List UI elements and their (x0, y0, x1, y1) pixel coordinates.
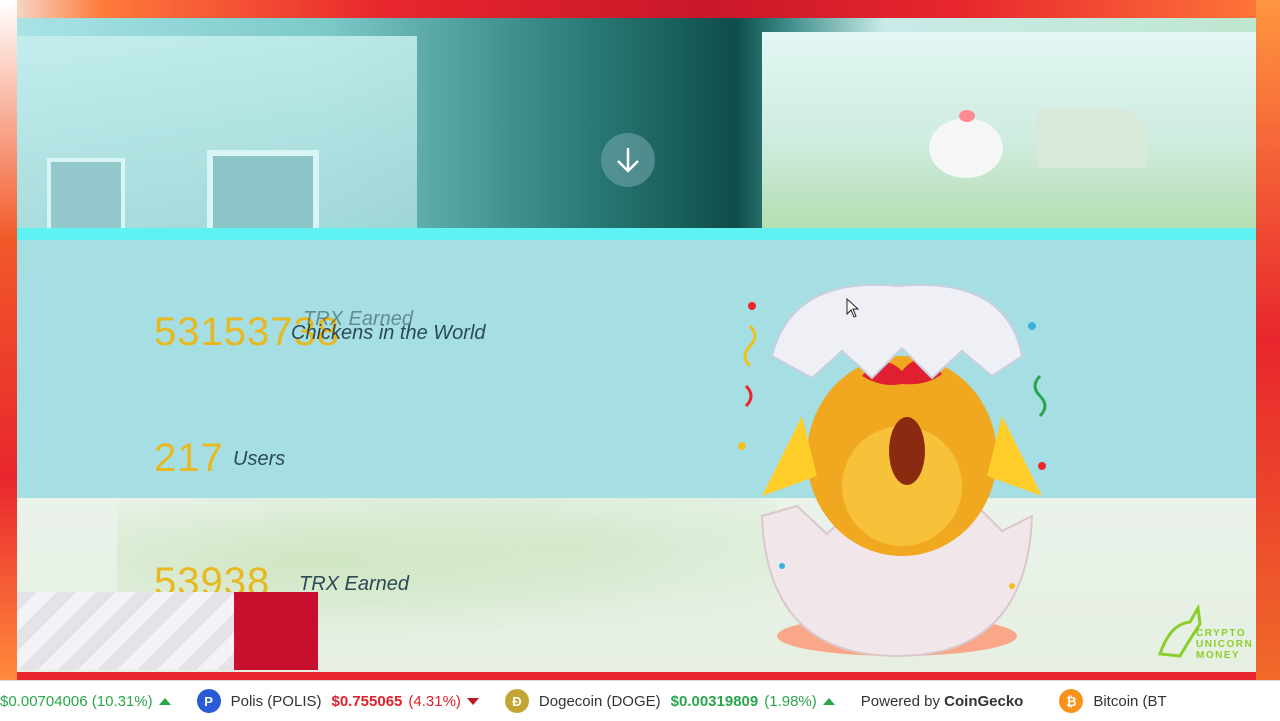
arrow-down-icon (617, 148, 639, 173)
ticker-change: (4.31%) (408, 692, 461, 710)
ticker-coin-name: Polis (POLIS) (230, 692, 322, 710)
ticker-price: $0.00319809 (670, 692, 759, 710)
ticker-item: $0.00704006 (10.31%) (0, 693, 171, 710)
banner-chicken-comb (959, 110, 975, 122)
banner-window (207, 150, 319, 240)
users-label: Users (233, 448, 286, 470)
ghost-trx-label: TRX Earned (303, 308, 414, 330)
overlay-accent-bar (234, 592, 318, 670)
stream-frame-right (1256, 0, 1280, 680)
hatching-chick-illustration (738, 283, 1047, 658)
stream-frame-left (0, 0, 17, 680)
powered-by-brand[interactable]: CoinGecko (944, 693, 1023, 710)
logo-line-1: CRYPTO (1196, 628, 1247, 639)
banner-chicken-art (929, 118, 1003, 178)
ticker-item: Ð Dogecoin (DOGE) $0.00319809 (1.98%) (504, 689, 835, 713)
banner-hut-art (1037, 108, 1147, 168)
dogecoin-coin-icon: Ð (504, 689, 529, 713)
ticker-price-text: $0.00704006 (10.31%) (0, 692, 153, 710)
scroll-down-button[interactable] (601, 133, 655, 187)
powered-by-label: Powered by (860, 692, 940, 710)
trend-up-icon (822, 697, 835, 705)
hero-video-banner (17, 18, 1256, 240)
ticker-item: ₿ Bitcoin (BT (1059, 689, 1167, 713)
web-page: 53153738 Chickens in the World TRX Earne… (17, 18, 1256, 672)
crypto-price-ticker: $0.00704006 (10.31%) P Polis (POLIS) $0.… (0, 680, 1280, 721)
ticker-coin-name: Bitcoin (BT (1093, 692, 1167, 710)
logo-text: CRYPTO UNICORN MONEY (1196, 628, 1253, 661)
ticker-item: P Polis (POLIS) $0.755065 (4.31%) (196, 689, 479, 713)
banner-window (47, 158, 125, 236)
trend-up-icon (158, 697, 171, 705)
polis-coin-icon: P (196, 689, 221, 713)
logo-line-2: UNICORN (1196, 639, 1254, 650)
ticker-change: (1.98%) (764, 692, 817, 710)
bitcoin-coin-icon: ₿ (1059, 689, 1084, 713)
powered-by: Powered by CoinGecko (861, 693, 1024, 710)
stream-frame-top (0, 0, 1280, 18)
logo-line-3: MONEY (1196, 650, 1241, 661)
trend-down-icon (466, 697, 479, 705)
banner-divider (17, 228, 1256, 240)
ticker-coin-name: Dogecoin (DOGE) (538, 692, 661, 710)
ticker-price: $0.755065 (331, 692, 403, 710)
webcam-overlay (17, 592, 234, 670)
mouse-cursor-icon (846, 298, 860, 318)
banner-farm-scene (762, 32, 1256, 228)
users-count: 217 (154, 436, 224, 480)
